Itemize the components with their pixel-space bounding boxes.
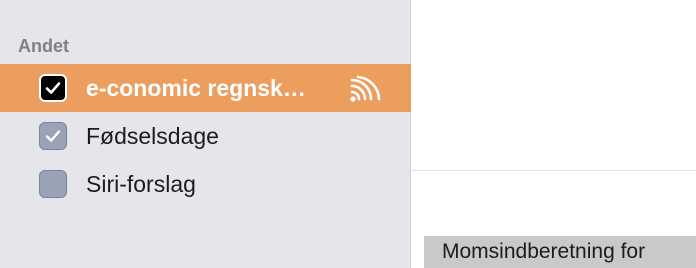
calendar-row-fodselsdage[interactable]: Fødselsdage	[0, 112, 411, 160]
calendar-checkbox-economic[interactable]	[39, 74, 67, 102]
calendar-row-siri-forslag[interactable]: Siri-forslag	[0, 160, 411, 208]
calendar-row-economic[interactable]: e-conomic regnsk…	[0, 64, 411, 112]
subscription-broadcast-icon	[350, 75, 381, 102]
calendar-checkbox-fodselsdage[interactable]	[39, 122, 67, 150]
calendar-window: Andet e-conomic regnsk… Fødselsdage Siri…	[0, 0, 696, 268]
checkmark-icon	[45, 82, 61, 94]
calendar-row-label: Fødselsdage	[86, 122, 219, 149]
calendar-row-label: Siri-forslag	[86, 170, 196, 197]
sidebar: Andet e-conomic regnsk… Fødselsdage Siri…	[0, 0, 411, 268]
section-header-andet: Andet	[18, 36, 69, 56]
calendar-grid-divider	[411, 170, 696, 171]
checkmark-icon	[45, 130, 61, 142]
calendar-row-label: e-conomic regnsk…	[86, 74, 306, 101]
calendar-event[interactable]: Momsindberetning for	[424, 236, 696, 268]
calendar-checkbox-siri-forslag[interactable]	[39, 170, 67, 198]
